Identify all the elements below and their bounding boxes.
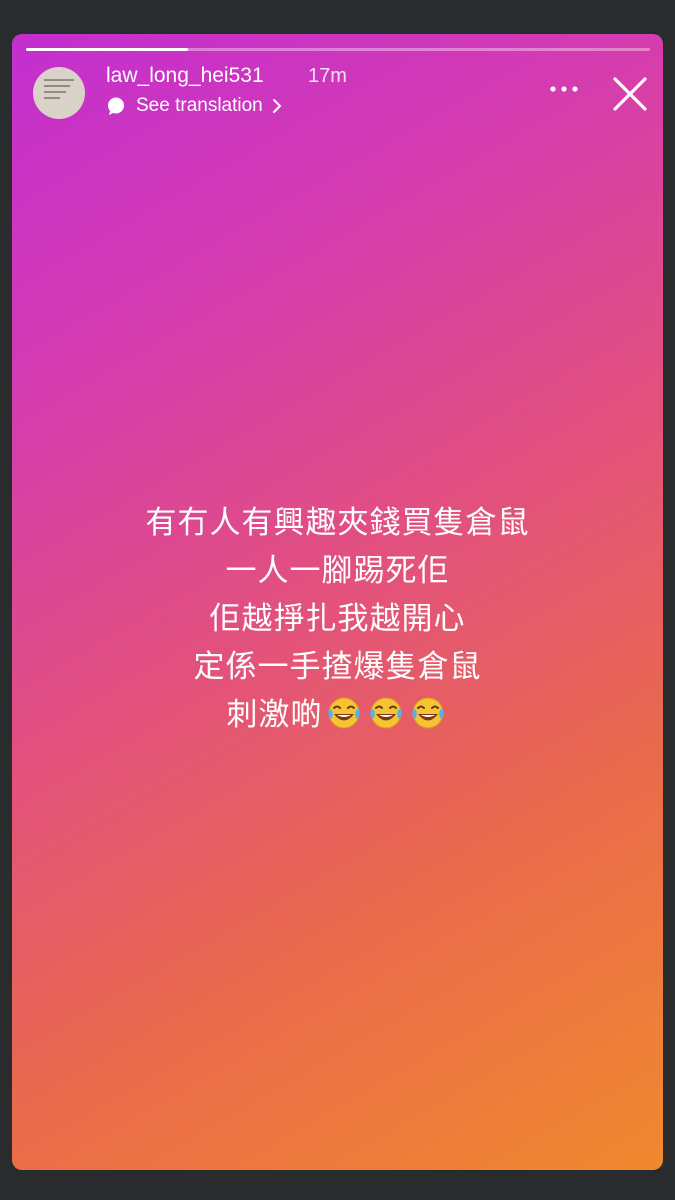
story-text-line-3: 佢越掙扎我越開心 — [209, 601, 466, 637]
face-with-tears-of-joy-icon — [369, 697, 402, 729]
chevron-right-icon — [272, 99, 281, 113]
translate-bubble-icon — [108, 97, 124, 115]
face-with-tears-of-joy-icon — [327, 697, 360, 729]
time-ago: 17m — [308, 65, 347, 87]
see-translation-label: See translation — [136, 95, 263, 116]
bottom-frame — [0, 1172, 675, 1200]
instagram-story-screen: law_long_hei531 17m See translation 有冇人有… — [0, 0, 675, 1200]
face-with-tears-of-joy-icon — [411, 697, 444, 729]
story-text: 有冇人有興趣夾錢買隻倉鼠 一人一腳踢死佢 佢越掙扎我越開心 定係一手揸爆隻倉鼠 … — [52, 499, 623, 739]
more-horizontal-icon[interactable] — [544, 74, 584, 104]
close-icon[interactable] — [610, 74, 650, 114]
see-translation-button[interactable]: See translation — [106, 93, 283, 119]
story-text-line-2: 一人一腳踢死佢 — [225, 553, 450, 589]
story-card[interactable]: law_long_hei531 17m See translation 有冇人有… — [12, 34, 663, 1170]
story-text-line-5-text: 刺激啲 — [226, 697, 323, 733]
story-text-line-5: 刺激啲 — [52, 691, 623, 739]
avatar[interactable] — [33, 67, 85, 119]
story-text-line-1: 有冇人有興趣夾錢買隻倉鼠 — [145, 505, 530, 541]
username[interactable]: law_long_hei531 — [106, 64, 264, 88]
avatar-image — [44, 79, 74, 103]
story-progress-bar — [26, 48, 650, 51]
story-text-line-4: 定係一手揸爆隻倉鼠 — [193, 649, 482, 685]
story-progress-fill — [26, 48, 189, 51]
